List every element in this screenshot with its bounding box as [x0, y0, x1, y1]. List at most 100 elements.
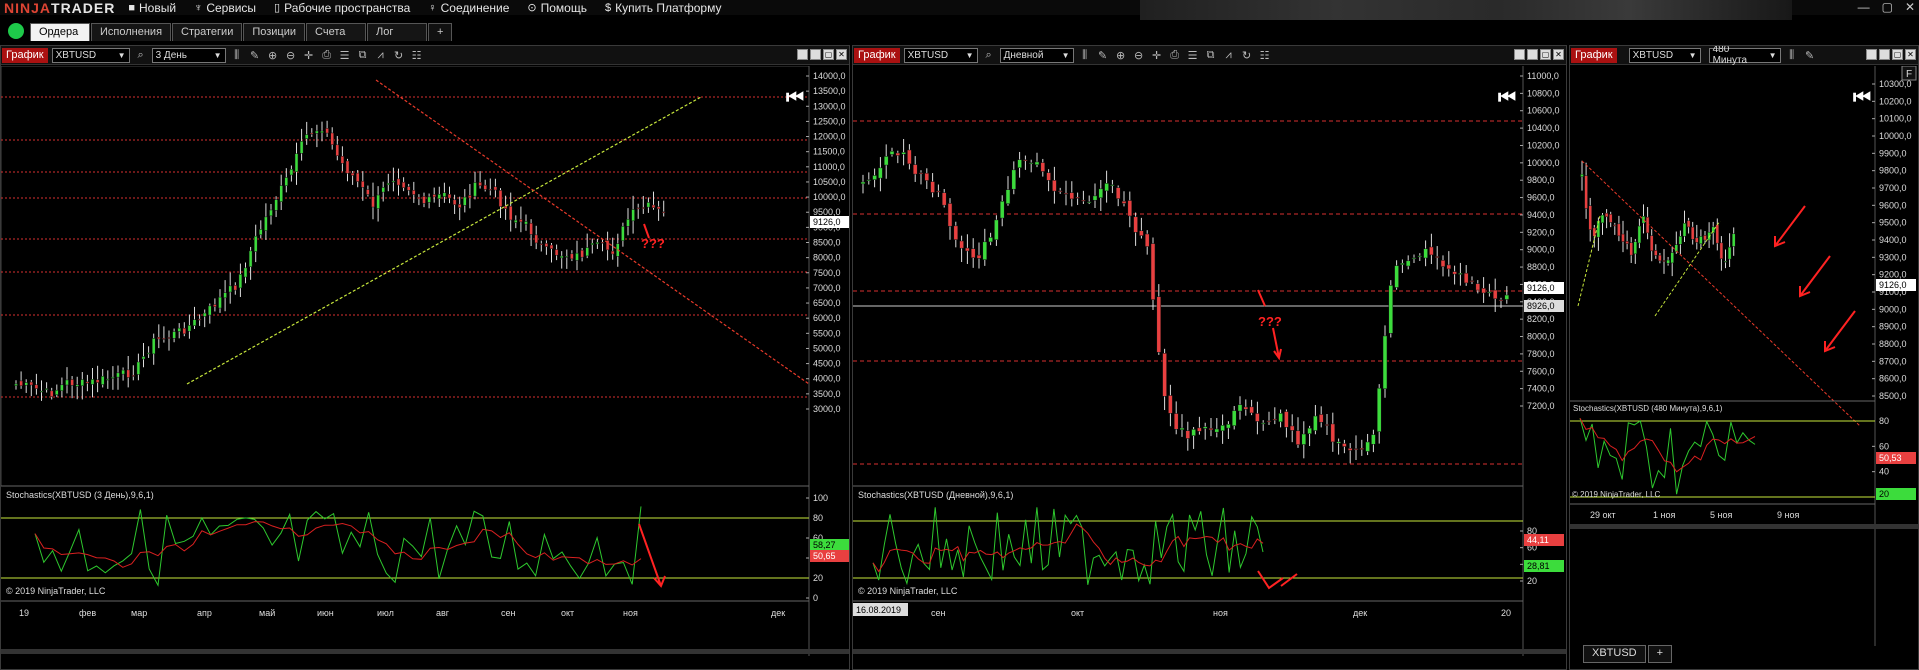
strategies-icon[interactable]: ⧉: [1204, 49, 1218, 62]
downtrend-line: [375, 79, 810, 385]
price-candle: [1295, 430, 1301, 445]
zoom-out-icon[interactable]: ⊖: [1132, 49, 1146, 62]
instrument-select[interactable]: XBTUSD ▼: [51, 47, 130, 63]
reload-icon[interactable]: ↻: [392, 49, 406, 62]
price-candle: [1231, 410, 1237, 426]
reload-icon[interactable]: ↻: [1240, 49, 1254, 62]
price-candle: [442, 192, 447, 197]
close-icon[interactable]: ✕: [1905, 0, 1915, 14]
price-candle: [1475, 283, 1481, 291]
period-select[interactable]: 3 День ▼: [151, 47, 226, 63]
tab-0[interactable]: Ордера: [30, 23, 90, 41]
menu-new[interactable]: ■ Новый: [119, 1, 185, 15]
price-candle: [1278, 413, 1283, 423]
window-maximize-icon[interactable]: ▢: [1892, 49, 1903, 60]
maximize-icon[interactable]: ▢: [1882, 0, 1893, 14]
menu-buy[interactable]: $ Купить Платформу: [596, 1, 731, 15]
menu-services[interactable]: ♆ Сервисы: [185, 1, 265, 15]
data-box-icon[interactable]: ☰: [338, 49, 352, 62]
stoch-k-value: 50,53: [1879, 453, 1902, 463]
chart-label: График: [854, 47, 900, 63]
price-candle: [901, 152, 906, 155]
price-candle: [1110, 184, 1115, 186]
chart-canvas[interactable]: 14000,0 13500,0 13000,0 12500,0 12000,0 11500…: [1, 66, 850, 670]
price-candle: [468, 195, 472, 199]
price-axis-tick-label: 8600,0: [1879, 374, 1907, 384]
price-axis-tick-label: 8000,0: [1527, 332, 1555, 342]
crosshair-icon[interactable]: ✛: [1150, 49, 1164, 62]
price-axis-tick-label: 9000,0: [1879, 304, 1907, 314]
price-candle: [1150, 243, 1156, 300]
zoom-out-icon[interactable]: ⊖: [284, 49, 298, 62]
price-candle: [1588, 205, 1592, 230]
data-box-icon[interactable]: ☰: [1186, 49, 1200, 62]
window-restore-icon[interactable]: [810, 49, 821, 60]
indicators-icon[interactable]: ⩘: [1222, 49, 1236, 62]
properties-icon[interactable]: ☷: [410, 49, 424, 62]
tab-3[interactable]: Позиции: [243, 23, 306, 41]
bars-icon[interactable]: ⫼: [230, 49, 244, 62]
price-axis-tick-label: 9800,0: [1527, 175, 1555, 185]
annotation-arrow: [1824, 310, 1856, 353]
properties-icon[interactable]: ☷: [1258, 49, 1272, 62]
back-to-present-icon: ⏮: [786, 87, 804, 109]
price-candle: [580, 249, 584, 258]
add-tab-button[interactable]: +: [428, 23, 453, 41]
price-candle: [1580, 173, 1584, 178]
price-candle: [994, 219, 999, 240]
add-tab-button[interactable]: +: [1647, 645, 1673, 663]
window-close-icon[interactable]: ✕: [836, 49, 847, 60]
bars-icon[interactable]: ⫼: [1785, 49, 1799, 62]
pencil-icon[interactable]: ✎: [1803, 49, 1817, 62]
window-tile-icon[interactable]: [1514, 49, 1525, 60]
menu-help[interactable]: ⊙ Помощь: [518, 1, 596, 15]
window-close-icon[interactable]: ✕: [1553, 49, 1564, 60]
window-tile-icon[interactable]: [797, 49, 808, 60]
price-candle: [228, 285, 232, 293]
tab-5[interactable]: Лог: [367, 23, 428, 41]
price-candle: [1637, 225, 1642, 244]
window-close-icon[interactable]: ✕: [1905, 49, 1916, 60]
back-to-present-icon: ⏮: [1498, 87, 1516, 109]
price-candle: [1057, 190, 1063, 192]
price-candle: [1458, 273, 1463, 275]
snapshot-icon[interactable]: ⎙: [320, 49, 334, 62]
price-candle: [1255, 413, 1260, 422]
window-tile-icon[interactable]: [1866, 49, 1877, 60]
snapshot-icon[interactable]: ⎙: [1168, 49, 1182, 62]
pencil-icon[interactable]: ✎: [248, 49, 262, 62]
pencil-icon[interactable]: ✎: [1096, 49, 1110, 62]
price-candle: [1144, 233, 1150, 247]
window-maximize-icon[interactable]: ▢: [1540, 49, 1551, 60]
search-icon[interactable]: ⌕: [982, 49, 996, 62]
chart-canvas[interactable]: 10300,010200,010100,010000,09900,09800,0…: [1570, 66, 1919, 651]
price-candle: [941, 192, 947, 206]
chart-tab-xbtusd[interactable]: XBTUSD: [1583, 645, 1646, 663]
crosshair-icon[interactable]: ✛: [302, 49, 316, 62]
zoom-in-icon[interactable]: ⊕: [1114, 49, 1128, 62]
menu-workspaces[interactable]: ▯ Рабочие пространства: [265, 1, 419, 15]
search-icon[interactable]: ⌕: [134, 49, 148, 62]
indicators-icon[interactable]: ⩘: [374, 49, 388, 62]
chart-canvas[interactable]: 11000,0 10800,0 10600,0 10400,0 10200,0 10000…: [853, 66, 1567, 670]
tab-2[interactable]: Стратегии: [172, 23, 243, 41]
tab-1[interactable]: Исполнения: [91, 23, 172, 41]
period-select[interactable]: 480 Минута ▼: [1708, 46, 1781, 66]
zoom-in-icon[interactable]: ⊕: [266, 49, 280, 62]
window-maximize-icon[interactable]: ▢: [823, 49, 834, 60]
instrument-select[interactable]: XBTUSD ▼: [1628, 47, 1701, 63]
tab-4[interactable]: Счета: [306, 23, 367, 41]
menu-connection[interactable]: ♀ Соединение: [419, 1, 518, 15]
strategies-icon[interactable]: ⧉: [356, 49, 370, 62]
menu-help-icon: ⊙: [527, 2, 537, 14]
minimize-icon[interactable]: —: [1858, 0, 1870, 14]
time-axis-label: 1 ноя: [1653, 510, 1675, 520]
price-candle: [959, 240, 964, 249]
price-candle: [493, 186, 498, 191]
price-candle: [1086, 201, 1092, 203]
instrument-select[interactable]: XBTUSD ▼: [903, 47, 978, 63]
window-restore-icon[interactable]: [1527, 49, 1538, 60]
period-select[interactable]: Дневной ▼: [999, 47, 1074, 63]
bars-icon[interactable]: ⫼: [1078, 49, 1092, 62]
window-restore-icon[interactable]: [1879, 49, 1890, 60]
